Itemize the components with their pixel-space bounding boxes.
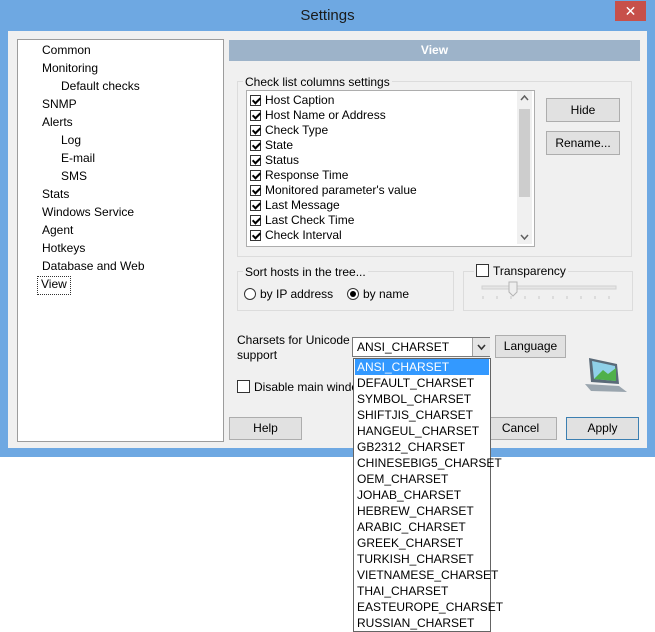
charsets-label-line2: support <box>237 348 278 362</box>
checkbox[interactable] <box>250 230 261 241</box>
list-item-label: Host Caption <box>265 93 335 107</box>
help-button[interactable]: Help <box>229 417 302 440</box>
sort-group-caption: Sort hosts in the tree... <box>243 265 368 279</box>
columns-checklist[interactable]: Host Caption Host Name or Address Check … <box>246 90 535 247</box>
list-item-label: Monitored parameter's value <box>265 183 417 197</box>
list-item-label: Check Type <box>265 123 329 137</box>
checkbox[interactable] <box>250 110 261 121</box>
list-item[interactable]: Response Time <box>250 168 348 183</box>
hide-button[interactable]: Hide <box>546 98 620 122</box>
charset-select-value: ANSI_CHARSET <box>357 340 450 354</box>
tree-item-alerts[interactable]: Alerts <box>39 114 76 131</box>
tree-item-sms[interactable]: SMS <box>58 168 90 185</box>
cancel-button[interactable]: Cancel <box>484 417 557 440</box>
apply-button[interactable]: Apply <box>566 417 639 440</box>
dropdown-option[interactable]: HANGEUL_CHARSET <box>355 423 489 439</box>
checkbox[interactable] <box>250 200 261 211</box>
chevron-down-icon[interactable] <box>472 338 490 356</box>
tree-item-hotkeys[interactable]: Hotkeys <box>39 240 88 257</box>
charset-dropdown-list[interactable]: ANSI_CHARSET DEFAULT_CHARSET SYMBOL_CHAR… <box>353 358 503 632</box>
checkbox[interactable] <box>250 140 261 151</box>
tree-item-common[interactable]: Common <box>39 42 94 59</box>
checkbox[interactable] <box>250 185 261 196</box>
sort-by-name-radio[interactable]: by name <box>347 287 409 301</box>
transparency-checkbox[interactable]: Transparency <box>474 264 568 278</box>
dropdown-option[interactable]: VIETNAMESE_CHARSET <box>355 567 498 583</box>
list-item[interactable]: Host Caption <box>250 93 334 108</box>
list-item[interactable]: Last Check Time <box>250 213 354 228</box>
checkbox[interactable] <box>476 264 489 277</box>
list-item[interactable]: Last Message <box>250 198 340 213</box>
list-item-label: State <box>265 138 294 152</box>
rename-button[interactable]: Rename... <box>546 131 620 155</box>
list-item-label: Last Message <box>265 198 340 212</box>
checkbox[interactable] <box>250 155 261 166</box>
dropdown-option[interactable]: TURKISH_CHARSET <box>355 551 489 567</box>
sort-by-ip-radio[interactable]: by IP address <box>244 287 333 301</box>
dropdown-option[interactable]: GB2312_CHARSET <box>355 439 489 455</box>
list-item-label: Status <box>265 153 300 167</box>
checklist-scrollbar[interactable] <box>517 91 532 244</box>
dropdown-option[interactable]: THAI_CHARSET <box>355 583 489 599</box>
checkbox[interactable] <box>250 95 261 106</box>
list-item-label: Host Name or Address <box>265 108 386 122</box>
tree-item-agent[interactable]: Agent <box>39 222 76 239</box>
dropdown-option[interactable]: OEM_CHARSET <box>355 471 489 487</box>
dropdown-option[interactable]: ARABIC_CHARSET <box>355 519 489 535</box>
disable-main-label: Disable main windo <box>254 380 359 394</box>
dropdown-option[interactable]: DEFAULT_CHARSET <box>355 375 489 391</box>
checkbox[interactable] <box>250 215 261 226</box>
close-button[interactable]: ✕ <box>615 1 646 21</box>
dropdown-option[interactable]: SYMBOL_CHARSET <box>355 391 489 407</box>
settings-tree[interactable]: Common Monitoring Default checks SNMP Al… <box>17 39 224 442</box>
list-item[interactable]: Check Interval <box>250 228 342 243</box>
charset-select[interactable]: ANSI_CHARSET <box>352 337 490 357</box>
checkbox[interactable] <box>237 380 250 393</box>
tree-item-monitoring[interactable]: Monitoring <box>39 60 101 77</box>
charsets-label-line1: Charsets for Unicode <box>237 333 350 347</box>
tree-item-stats[interactable]: Stats <box>39 186 72 203</box>
tree-item-windows-service[interactable]: Windows Service <box>39 204 137 221</box>
radio-label: by name <box>363 287 410 301</box>
list-item[interactable]: Status <box>250 153 299 168</box>
tree-item-email[interactable]: E-mail <box>58 150 98 167</box>
dropdown-option[interactable]: SHIFTJIS_CHARSET <box>355 407 489 423</box>
list-item-label: Response Time <box>265 168 349 182</box>
dropdown-option[interactable]: ANSI_CHARSET <box>355 359 489 375</box>
list-item[interactable]: Check Type <box>250 123 328 138</box>
tree-item-snmp[interactable]: SNMP <box>39 96 80 113</box>
dropdown-option[interactable]: HEBREW_CHARSET <box>355 503 489 519</box>
list-item[interactable]: State <box>250 138 293 153</box>
checkbox[interactable] <box>250 170 261 181</box>
tree-item-default-checks[interactable]: Default checks <box>58 78 143 95</box>
radio-button[interactable] <box>347 288 359 300</box>
window-title: Settings <box>300 7 355 24</box>
transparency-label: Transparency <box>493 264 566 278</box>
list-item[interactable]: Monitored parameter's value <box>250 183 417 198</box>
radio-button[interactable] <box>244 288 256 300</box>
tree-item-database-and-web[interactable]: Database and Web <box>39 258 148 275</box>
disable-main-window-checkbox[interactable]: Disable main windo <box>237 380 358 394</box>
checkbox[interactable] <box>250 125 261 136</box>
charsets-label: Charsets for Unicode support <box>237 333 350 363</box>
panel-header: View <box>229 40 640 61</box>
list-item-label: Check Interval <box>265 228 342 242</box>
list-item-label: Last Check Time <box>265 213 355 227</box>
columns-group-caption: Check list columns settings <box>243 75 392 89</box>
transparency-slider[interactable] <box>480 281 620 299</box>
dropdown-option[interactable]: JOHAB_CHARSET <box>355 487 489 503</box>
language-button[interactable]: Language <box>495 335 566 358</box>
dropdown-option[interactable]: GREEK_CHARSET <box>355 535 489 551</box>
tree-item-log[interactable]: Log <box>58 132 84 149</box>
dropdown-option[interactable]: CHINESEBIG5_CHARSET <box>355 455 502 471</box>
monitor-icon <box>583 354 629 394</box>
dropdown-option[interactable]: RUSSIAN_CHARSET <box>355 615 489 631</box>
dropdown-option[interactable]: EASTEUROPE_CHARSET <box>355 599 503 615</box>
tree-item-view[interactable]: View <box>37 276 71 295</box>
radio-label: by IP address <box>260 287 334 301</box>
list-item[interactable]: Host Name or Address <box>250 108 386 123</box>
